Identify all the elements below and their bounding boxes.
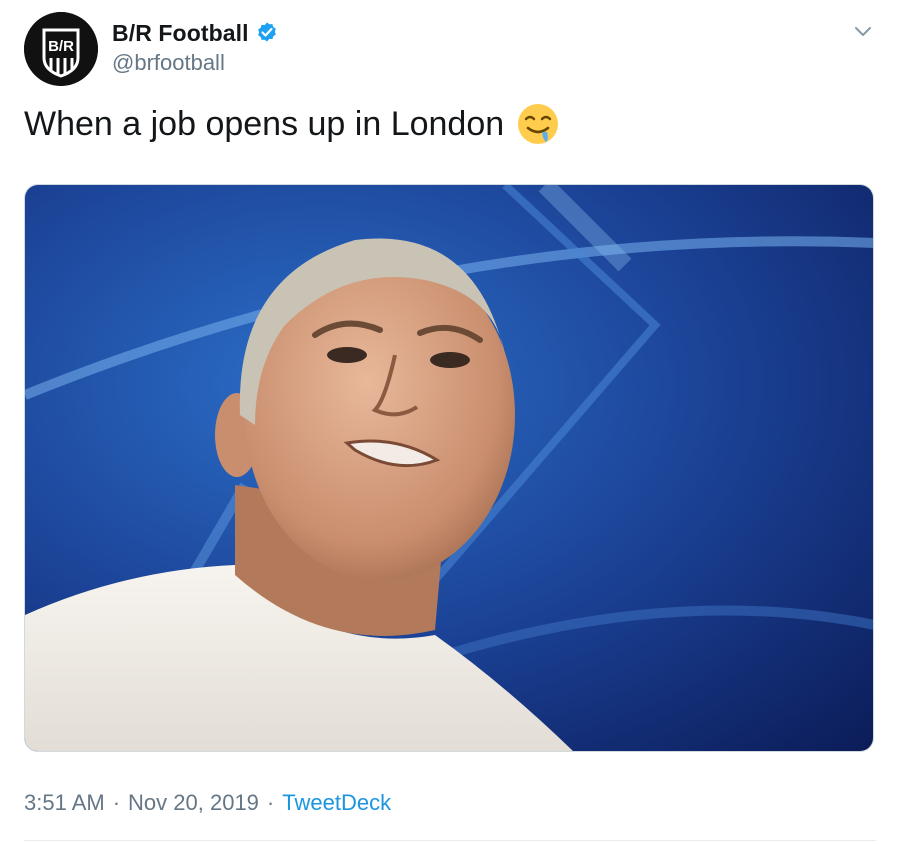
meta-separator: · (112, 790, 121, 815)
tweet-text: When a job opens up in London (24, 100, 560, 148)
avatar-logo-text: B/R (48, 38, 74, 55)
author-name-row: B/R Football (112, 18, 279, 48)
tweet-date[interactable]: Nov 20, 2019 (128, 790, 259, 816)
avatar[interactable]: B/R (24, 12, 98, 86)
tweet-text-body: When a job opens up in London (24, 105, 505, 143)
drooling-face-emoji-icon (518, 104, 559, 144)
divider (24, 840, 876, 841)
tweet-photo[interactable] (24, 184, 874, 752)
more-options-button[interactable] (850, 18, 876, 44)
author-handle[interactable]: @brfootball (112, 50, 225, 76)
photo-illustration (25, 185, 873, 751)
br-logo-icon: B/R (24, 12, 98, 86)
verified-badge-icon (257, 22, 276, 42)
meta-separator: · (266, 790, 275, 815)
tweet-meta: 3:51 AM · Nov 20, 2019 · TweetDeck (24, 790, 391, 816)
chevron-down-icon (855, 27, 871, 36)
tweet-card: B/R B/R Football @brfootball When a job … (0, 0, 910, 844)
display-name[interactable]: B/R Football (112, 20, 249, 47)
tweet-source-link[interactable]: TweetDeck (282, 790, 391, 816)
tweet-time[interactable]: 3:51 AM (24, 790, 105, 816)
